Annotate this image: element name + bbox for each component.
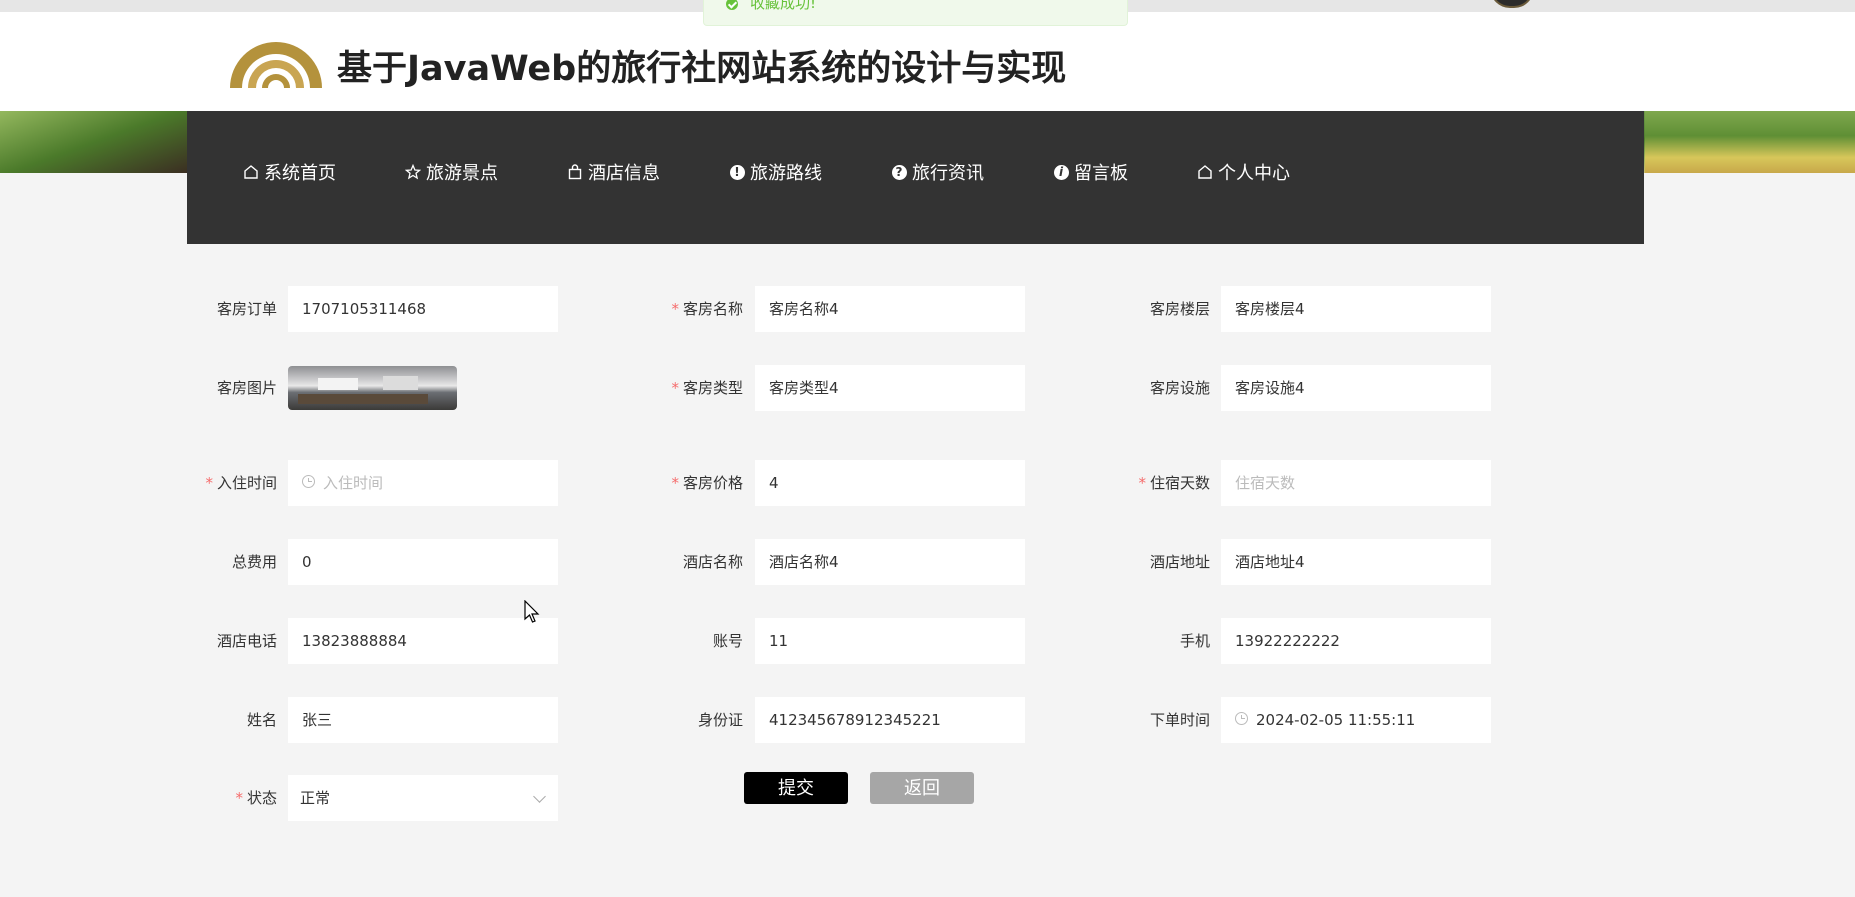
field-label: 总费用 — [231, 553, 277, 571]
room-type-input[interactable]: 客房类型4 — [755, 365, 1025, 411]
nav-item-messages[interactable]: i 留言板 — [1052, 159, 1128, 185]
field-label: 酒店电话 — [216, 632, 277, 650]
field-label: * 客房类型 — [671, 379, 743, 397]
room-floor-input[interactable]: 客房楼层4 — [1221, 286, 1491, 332]
nav-item-label: 酒店信息 — [588, 163, 660, 184]
total-cost-input[interactable]: 0 — [288, 539, 558, 585]
room-price-input[interactable]: 4 — [755, 460, 1025, 506]
hotel-phone-input[interactable]: 13823888884 — [288, 618, 558, 664]
name-input[interactable]: 张三 — [288, 697, 558, 743]
status-select[interactable]: 正常 — [288, 775, 558, 821]
account-input[interactable]: 11 — [755, 618, 1025, 664]
logo-icon — [230, 42, 322, 88]
clock-icon — [1235, 712, 1248, 725]
question-icon: ? — [890, 163, 908, 181]
id-card-input[interactable]: 412345678912345221 — [755, 697, 1025, 743]
clock-icon — [302, 475, 315, 488]
success-toast: 收藏成功! — [703, 0, 1128, 26]
bag-icon — [566, 163, 584, 181]
toast-message: 收藏成功! — [750, 0, 817, 12]
info-i-icon: i — [1052, 163, 1070, 181]
hotel-name-input[interactable]: 酒店名称4 — [755, 539, 1025, 585]
home-icon — [242, 163, 260, 181]
star-icon — [404, 163, 422, 181]
field-label: 客房图片 — [216, 379, 277, 397]
nav-item-route[interactable]: ! 旅游路线 — [728, 159, 822, 185]
field-label: 客房设施 — [1149, 379, 1210, 397]
nav-item-label: 个人中心 — [1218, 163, 1290, 184]
nav-item-news[interactable]: ? 旅行资讯 — [890, 159, 984, 185]
back-button[interactable]: 返回 — [870, 772, 974, 804]
field-label: 客房订单 — [216, 300, 277, 318]
success-check-icon — [726, 0, 738, 10]
field-label: * 状态 — [235, 789, 277, 807]
field-label: * 住宿天数 — [1138, 474, 1210, 492]
mobile-input[interactable]: 13922222222 — [1221, 618, 1491, 664]
site-title: 基于JavaWeb的旅行社网站系统的设计与实现 — [337, 49, 1067, 89]
field-label: * 客房名称 — [671, 300, 743, 318]
order-no-input[interactable]: 1707105311468 — [288, 286, 558, 332]
main-nav: 系统首页 旅游景点 酒店信息 ! 旅游路线 ? 旅行资讯 i 留言板 个人中心 — [187, 111, 1644, 244]
nav-item-profile[interactable]: 个人中心 — [1196, 159, 1290, 185]
info-icon: ! — [728, 163, 746, 181]
submit-button[interactable]: 提交 — [744, 772, 848, 804]
home-icon — [1196, 163, 1214, 181]
nav-item-scenic[interactable]: 旅游景点 — [404, 159, 498, 185]
field-label: 姓名 — [246, 711, 277, 729]
nav-item-label: 旅行资讯 — [912, 163, 984, 184]
room-name-input[interactable]: 客房名称4 — [755, 286, 1025, 332]
hotel-address-input[interactable]: 酒店地址4 — [1221, 539, 1491, 585]
field-label: 手机 — [1179, 632, 1210, 650]
field-label: 身份证 — [697, 711, 743, 729]
nav-item-label: 留言板 — [1074, 163, 1128, 184]
stay-days-input[interactable]: 住宿天数 — [1221, 460, 1491, 506]
nav-item-label: 系统首页 — [264, 163, 336, 184]
nav-item-label: 旅游景点 — [426, 163, 498, 184]
field-label: * 入住时间 — [205, 474, 277, 492]
room-facility-input[interactable]: 客房设施4 — [1221, 365, 1491, 411]
nav-item-hotel[interactable]: 酒店信息 — [566, 159, 660, 185]
chevron-down-icon — [533, 790, 546, 803]
field-label: 客房楼层 — [1149, 300, 1210, 318]
site-header: 基于JavaWeb的旅行社网站系统的设计与实现 — [0, 12, 1855, 111]
nav-item-home[interactable]: 系统首页 — [242, 159, 336, 185]
room-image-thumbnail[interactable] — [288, 366, 457, 410]
field-label: 下单时间 — [1149, 711, 1210, 729]
field-label: * 客房价格 — [671, 474, 743, 492]
checkin-time-input[interactable]: 入住时间 — [288, 460, 558, 506]
nav-item-label: 旅游路线 — [750, 163, 822, 184]
field-label: 酒店地址 — [1149, 553, 1210, 571]
order-time-input[interactable]: 2024-02-05 11:55:11 — [1221, 697, 1491, 743]
field-label: 酒店名称 — [682, 553, 743, 571]
field-label: 账号 — [712, 632, 743, 650]
